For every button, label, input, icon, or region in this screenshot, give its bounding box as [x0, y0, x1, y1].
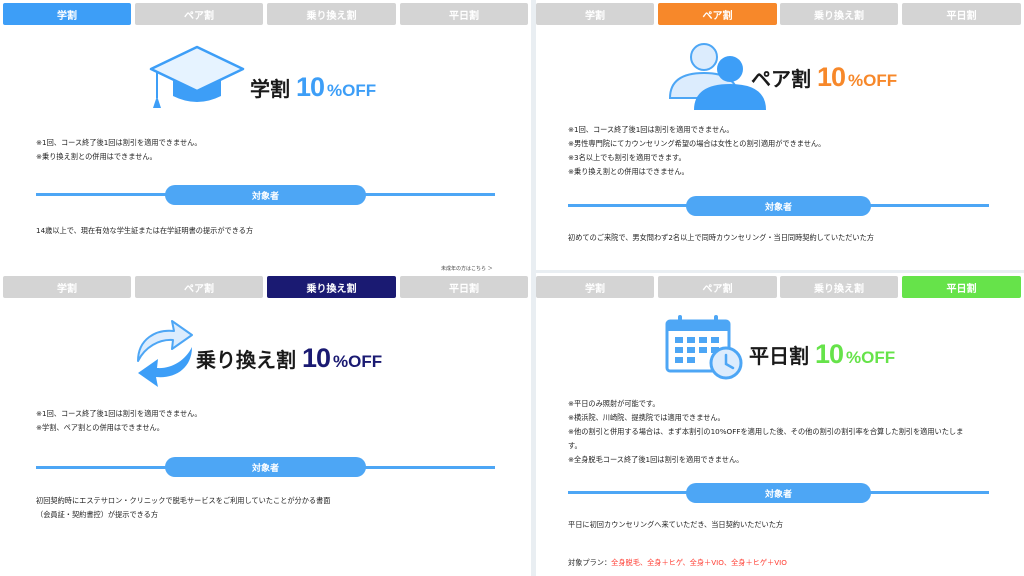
- tab-pair[interactable]: ペア割: [135, 3, 263, 25]
- discount-number: 10: [302, 343, 331, 373]
- graduation-cap-icon: [149, 45, 245, 108]
- tab-transfer[interactable]: 乗り換え割: [780, 276, 898, 298]
- discount-tabs: 学割 ペア割 乗り換え割 平日割: [536, 3, 1024, 25]
- weekday-discount-panel: 学割 ペア割 乗り換え割 平日割 平日割 10 %OFF ※平日のみ照射が可能で…: [536, 273, 1024, 576]
- note-line: す。: [568, 441, 582, 450]
- target-line: （会員証・契約書控）が提示できる方: [36, 510, 159, 519]
- student-discount-headline: 学割 10 %OFF: [250, 72, 376, 103]
- student-target-text: 14歳以上で、現在有効な学生証または在学証明書の提示ができる方: [36, 226, 254, 235]
- discount-tabs: 学割 ペア割 乗り換え割 平日割: [0, 3, 531, 25]
- note-line: ※平日のみ照射が可能です。: [568, 399, 660, 408]
- note-line: ※1回、コース終了後1回は割引を適用できません。: [568, 125, 734, 134]
- weekday-target-text: 平日に初回カウンセリングへ来ていただき、当日契約いただいた方: [568, 520, 784, 529]
- target-label-pill: 対象者: [165, 457, 366, 477]
- student-notes: ※1回、コース終了後1回は割引を適用できません。 ※乗り換え割との併用はできませ…: [36, 136, 202, 164]
- tab-transfer[interactable]: 乗り換え割: [267, 276, 396, 298]
- weekday-notes: ※平日のみ照射が可能です。 ※横浜院、川崎院、提携院では適用できません。 ※他の…: [568, 397, 963, 467]
- note-line: ※全身脱毛コース終了後1回は割引を適用できません。: [568, 455, 744, 464]
- tab-weekday[interactable]: 平日割: [902, 276, 1021, 298]
- transfer-notes: ※1回、コース終了後1回は割引を適用できません。 ※学割、ペア割との併用はできま…: [36, 407, 202, 435]
- target-label-pill: 対象者: [686, 196, 871, 216]
- switch-arrows-icon: [137, 320, 193, 387]
- discount-unit: %OFF: [327, 81, 377, 100]
- transfer-discount-headline: 乗り換え割 10 %OFF: [196, 343, 382, 374]
- pair-discount-headline: ペア割 10 %OFF: [751, 62, 897, 93]
- calendar-clock-icon: [665, 315, 743, 380]
- tab-weekday[interactable]: 平日割: [400, 276, 528, 298]
- discount-unit: %OFF: [846, 348, 896, 367]
- discount-unit: %OFF: [333, 352, 383, 371]
- transfer-target-text: 初回契約時にエステサロン・クリニックで脱毛サービスをご利用していたことが分かる書…: [36, 494, 330, 522]
- tab-student[interactable]: 学割: [3, 3, 131, 25]
- pair-discount-panel: 学割 ペア割 乗り換え割 平日割 ペア割 10 %OFF ※1回、コース終了後1…: [536, 0, 1024, 270]
- note-line: ※横浜院、川崎院、提携院では適用できません。: [568, 413, 725, 422]
- student-discount-panel: 学割 ペア割 乗り換え割 平日割 学割 10 %OFF ※1回、コース終了後1回…: [0, 0, 531, 273]
- note-line: ※1回、コース終了後1回は割引を適用できません。: [36, 138, 202, 147]
- pair-discount-title: ペア割: [751, 67, 811, 91]
- pair-notes: ※1回、コース終了後1回は割引を適用できません。 ※男性専門院にてカウンセリング…: [568, 123, 825, 179]
- note-line: ※学割、ペア割との併用はできません。: [36, 423, 164, 432]
- target-line: 初回契約時にエステサロン・クリニックで脱毛サービスをご利用していたことが分かる書…: [36, 496, 331, 505]
- discount-unit: %OFF: [848, 71, 898, 90]
- target-plans: 対象プラン：全身脱毛、全身＋ヒゲ、全身＋VIO、全身＋ヒゲ＋VIO: [568, 558, 787, 568]
- tab-student[interactable]: 学割: [3, 276, 131, 298]
- discount-number: 10: [817, 62, 846, 92]
- tab-transfer[interactable]: 乗り換え割: [780, 3, 898, 25]
- transfer-discount-panel: 学割 ペア割 乗り換え割 平日割 乗り換え割 10 %OFF ※1回、コース終了…: [0, 273, 531, 576]
- student-discount-title: 学割: [250, 77, 290, 101]
- tab-pair[interactable]: ペア割: [658, 3, 777, 25]
- note-line: ※他の割引と併用する場合は、まず本割引の10%OFFを適用した後、その他の割引の…: [568, 427, 964, 436]
- note-line: ※1回、コース終了後1回は割引を適用できません。: [36, 409, 202, 418]
- discount-number: 10: [815, 339, 844, 369]
- tab-weekday[interactable]: 平日割: [902, 3, 1021, 25]
- target-plans-label: 対象プラン：: [568, 558, 612, 567]
- pair-target-text: 初めてのご来院で、男女問わず2名以上で同時カウンセリング・当日同時契約していただ…: [568, 233, 874, 242]
- note-line: ※男性専門院にてカウンセリング希望の場合は女性との割引適用ができません。: [568, 139, 826, 148]
- discount-number: 10: [296, 72, 325, 102]
- tab-pair[interactable]: ペア割: [135, 276, 263, 298]
- minor-info-link[interactable]: 未成年の方はこちら ＞: [441, 265, 493, 272]
- discount-tabs: 学割 ペア割 乗り換え割 平日割: [0, 276, 531, 298]
- tab-student[interactable]: 学割: [536, 276, 654, 298]
- target-label-pill: 対象者: [686, 483, 871, 503]
- weekday-discount-headline: 平日割 10 %OFF: [749, 339, 895, 370]
- weekday-discount-title: 平日割: [749, 344, 809, 368]
- note-line: ※3名以上でも割引を適用できます。: [568, 153, 686, 162]
- discount-tabs: 学割 ペア割 乗り換え割 平日割: [536, 276, 1024, 298]
- tab-transfer[interactable]: 乗り換え割: [267, 3, 396, 25]
- target-plans-value: 全身脱毛、全身＋ヒゲ、全身＋VIO、全身＋ヒゲ＋VIO: [611, 558, 787, 567]
- note-line: ※乗り換え割との併用はできません。: [36, 152, 157, 161]
- tab-pair[interactable]: ペア割: [658, 276, 777, 298]
- tab-weekday[interactable]: 平日割: [400, 3, 528, 25]
- tab-student[interactable]: 学割: [536, 3, 654, 25]
- target-label-pill: 対象者: [165, 185, 366, 205]
- note-line: ※乗り換え割との併用はできません。: [568, 167, 689, 176]
- transfer-discount-title: 乗り換え割: [196, 348, 296, 372]
